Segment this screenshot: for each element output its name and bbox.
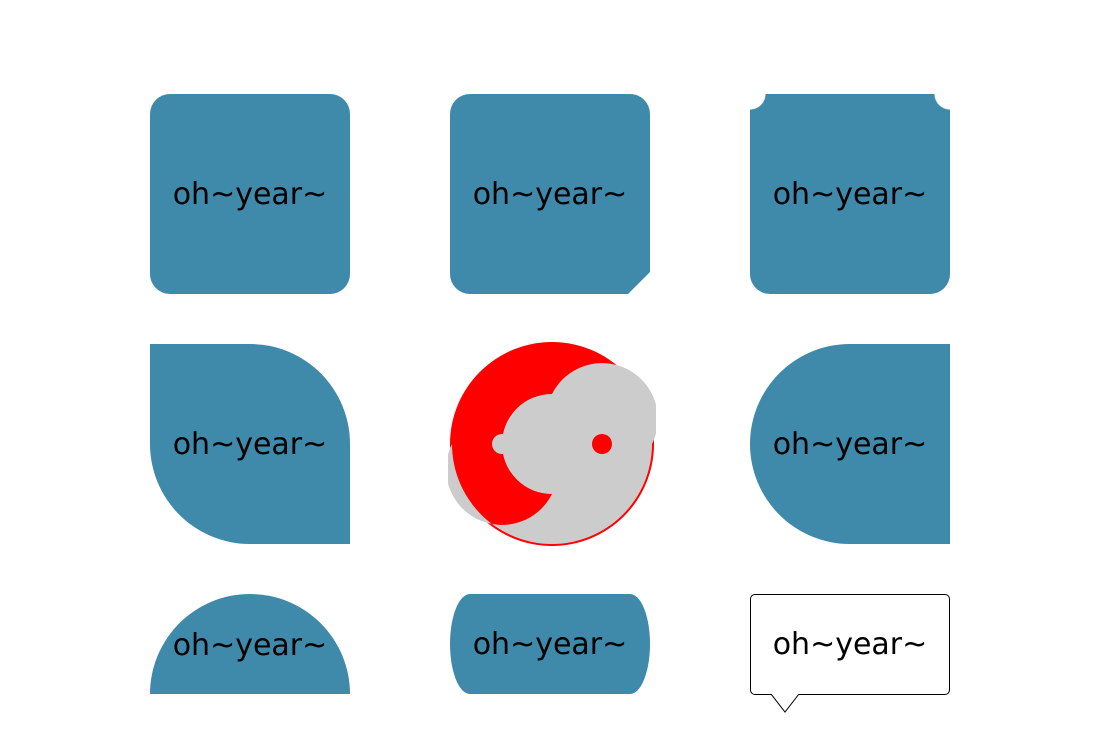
shape-label: oh~year~ (172, 426, 328, 462)
rounded-rectangle-shape: oh~year~ (150, 94, 350, 294)
semicircle-shape: oh~year~ (150, 594, 350, 694)
shape-label: oh~year~ (472, 626, 628, 662)
capsule-shape: oh~year~ (450, 594, 650, 694)
speech-bubble-shape: oh~year~ (750, 594, 950, 713)
shape-label: oh~year~ (772, 627, 928, 662)
shape-label: oh~year~ (172, 627, 328, 663)
yin-yang-dark-dot (592, 434, 612, 454)
inverted-corner-rectangle-shape: oh~year~ (750, 94, 950, 294)
yin-yang-shape (448, 340, 656, 548)
yin-yang-light-dot (492, 434, 512, 454)
left-half-round-shape: oh~year~ (750, 344, 950, 544)
shape-label: oh~year~ (472, 176, 628, 212)
shape-label: oh~year~ (172, 176, 328, 212)
shape-label: oh~year~ (772, 176, 928, 212)
shape-label: oh~year~ (772, 426, 928, 462)
leaf-shape: oh~year~ (150, 344, 350, 544)
speech-bubble-tail (771, 694, 800, 713)
cut-corner-rectangle-shape: oh~year~ (450, 94, 650, 294)
yin-yang-icon (448, 342, 656, 546)
